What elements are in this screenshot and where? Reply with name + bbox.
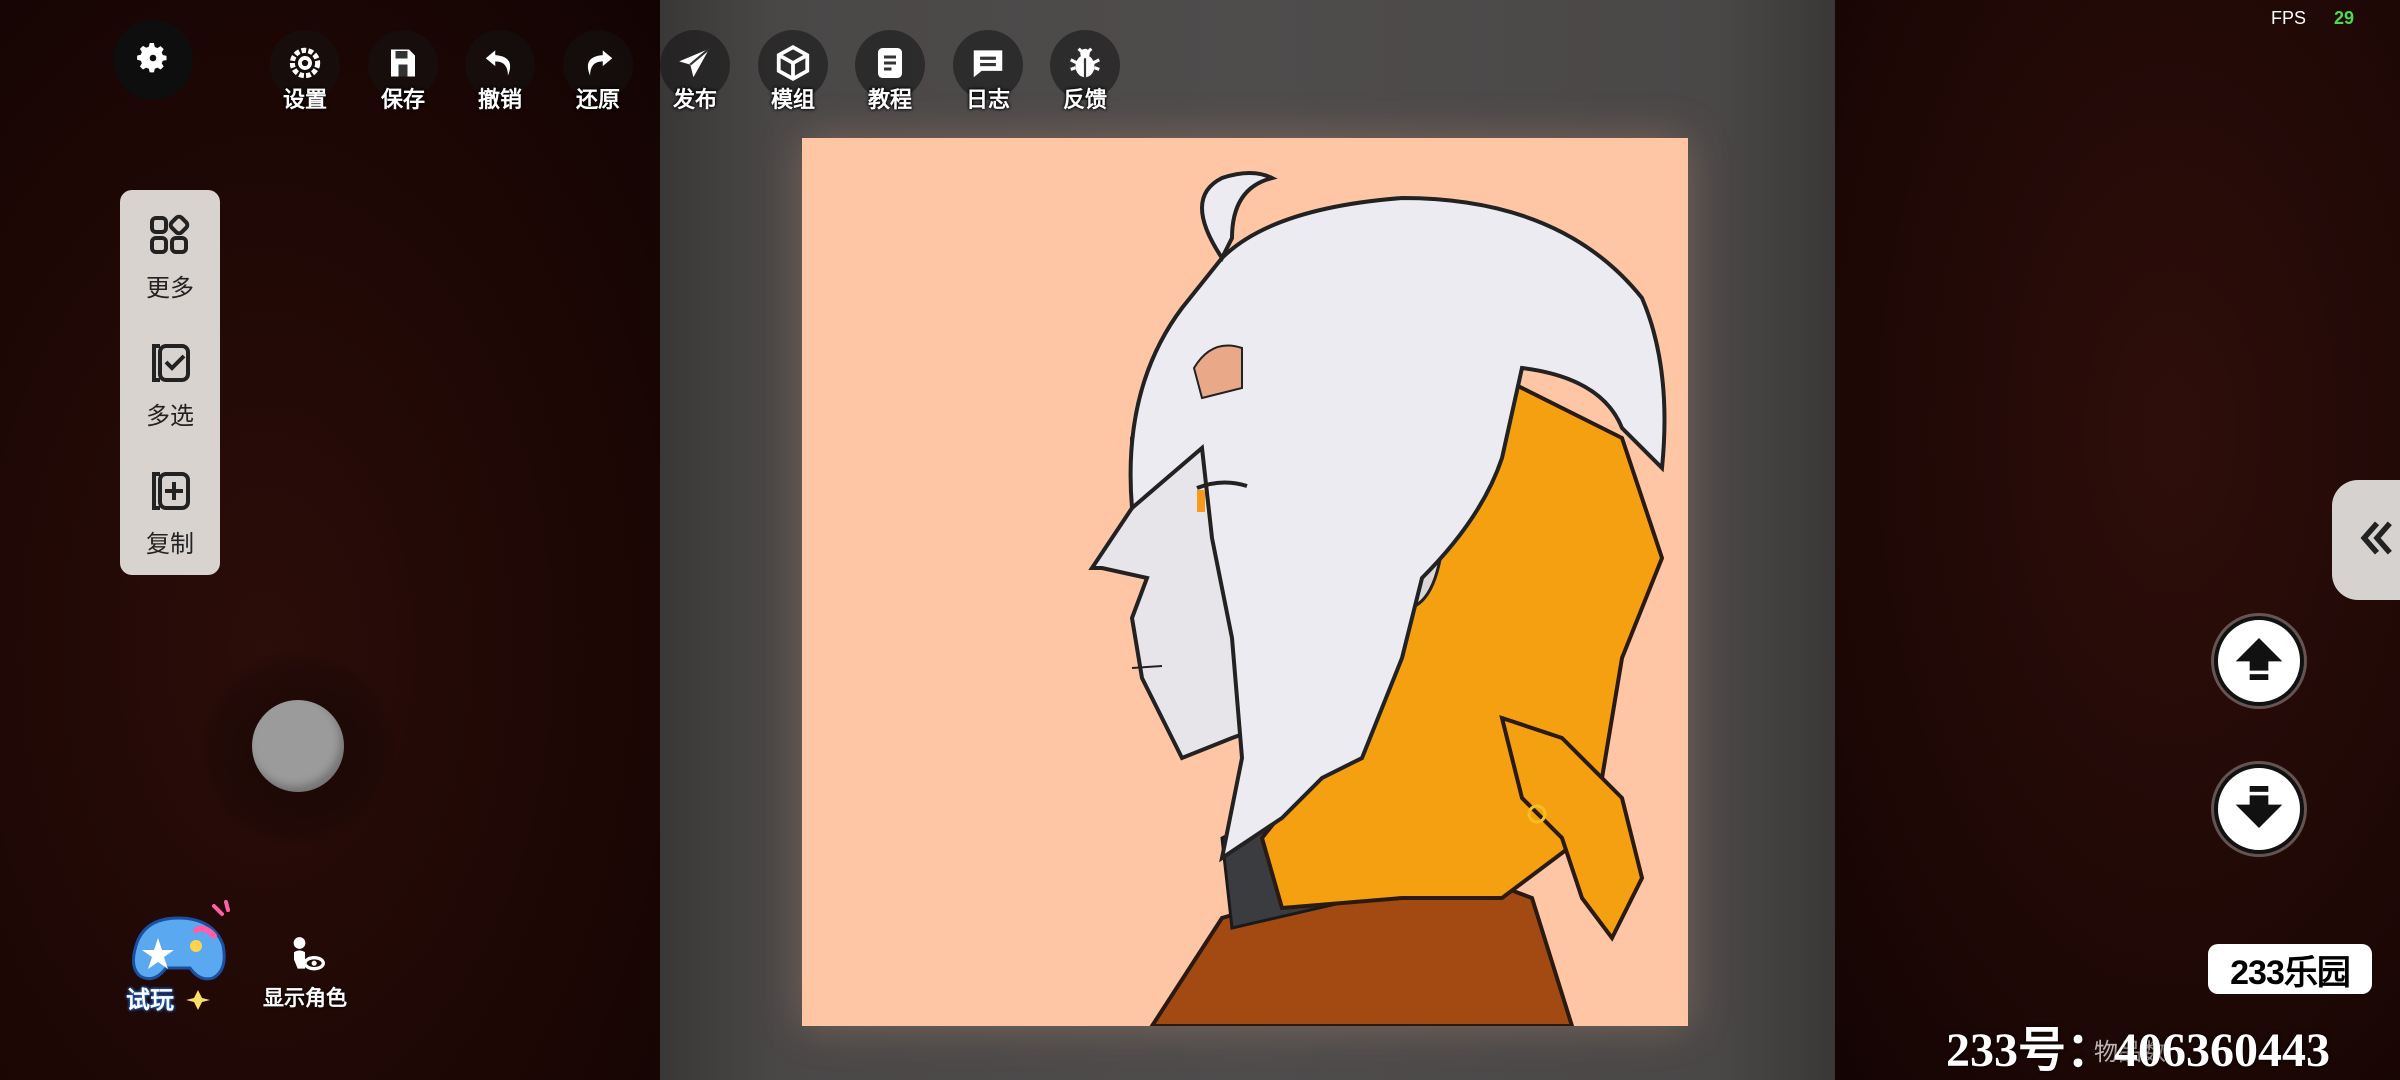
fps-counter: FPS 29: [2271, 8, 2354, 29]
toolbar-publish-button[interactable]: 发布: [660, 30, 730, 120]
log-icon: [969, 44, 1007, 86]
toolbar-label: 教程: [867, 88, 912, 113]
toolbar-redo-button[interactable]: 还原: [563, 30, 633, 120]
toolbar-label: 模组: [770, 88, 815, 113]
toolbar-undo-button[interactable]: 撤销: [465, 30, 535, 120]
book-icon: [872, 45, 908, 85]
toolbar-label: 设置: [282, 88, 327, 113]
toolbar-settings-button[interactable]: 设置: [270, 30, 340, 120]
toolbar-tutorial-button[interactable]: 教程: [855, 30, 925, 120]
toolbar-label: 撤销: [477, 88, 522, 113]
side-item-label: 复制: [146, 530, 194, 558]
toolbar-mod-button[interactable]: 模组: [758, 30, 828, 120]
toolbar-save-button[interactable]: 保存: [368, 30, 438, 120]
toolbar-label: 反馈: [1062, 88, 1107, 113]
more-button[interactable]: 更多: [120, 212, 220, 332]
toolbar-label: 还原: [575, 88, 620, 113]
gear-icon: [135, 40, 171, 80]
multi-select-button[interactable]: 多选: [120, 340, 220, 460]
fps-label: FPS: [2270, 8, 2306, 28]
copy-icon: [146, 468, 194, 520]
double-chevron-left-icon: [2355, 516, 2399, 564]
user-id-watermark: 233号：406360443: [1946, 1024, 2331, 1077]
arrow-down-icon: [2231, 779, 2287, 839]
fps-value: 29: [2333, 8, 2354, 28]
settings-button[interactable]: [113, 20, 193, 100]
redo-icon: [579, 44, 617, 86]
toolbar-label: 发布: [672, 88, 717, 113]
move-up-button[interactable]: [2214, 616, 2304, 706]
side-tool-panel: 更多 多选 复制: [120, 190, 220, 575]
send-icon: [676, 44, 714, 86]
brand-logo: 233乐园: [2208, 944, 2372, 994]
show-character-label: 显示角色: [263, 986, 347, 1010]
side-item-label: 多选: [146, 402, 194, 430]
collapse-panel-button[interactable]: [2332, 480, 2400, 600]
play-test-label: 试玩: [126, 986, 174, 1014]
gear-icon: [286, 44, 324, 86]
save-icon: [385, 45, 421, 85]
copy-button[interactable]: 复制: [120, 468, 220, 588]
character-eye-icon: [283, 932, 327, 980]
move-down-button[interactable]: [2214, 764, 2304, 854]
joystick-knob[interactable]: [252, 700, 344, 792]
undo-icon: [481, 44, 519, 86]
cube-icon: [774, 44, 812, 86]
artwork-canvas[interactable]: [802, 138, 1688, 1026]
character-illustration: [1088, 171, 1667, 1026]
side-item-label: 更多: [146, 274, 194, 302]
bug-icon: [1066, 44, 1104, 86]
background-right: [1830, 0, 2400, 1080]
grid-icon: [146, 212, 194, 264]
arrow-up-icon: [2231, 631, 2287, 691]
toolbar-log-button[interactable]: 日志: [953, 30, 1023, 120]
multi-select-icon: [146, 340, 194, 392]
toolbar-label: 日志: [965, 88, 1010, 113]
toolbar-feedback-button[interactable]: 反馈: [1050, 30, 1120, 120]
show-character-button[interactable]: 显示角色: [255, 932, 355, 1012]
background-left: [0, 0, 665, 1080]
toolbar-label: 保存: [380, 88, 425, 113]
